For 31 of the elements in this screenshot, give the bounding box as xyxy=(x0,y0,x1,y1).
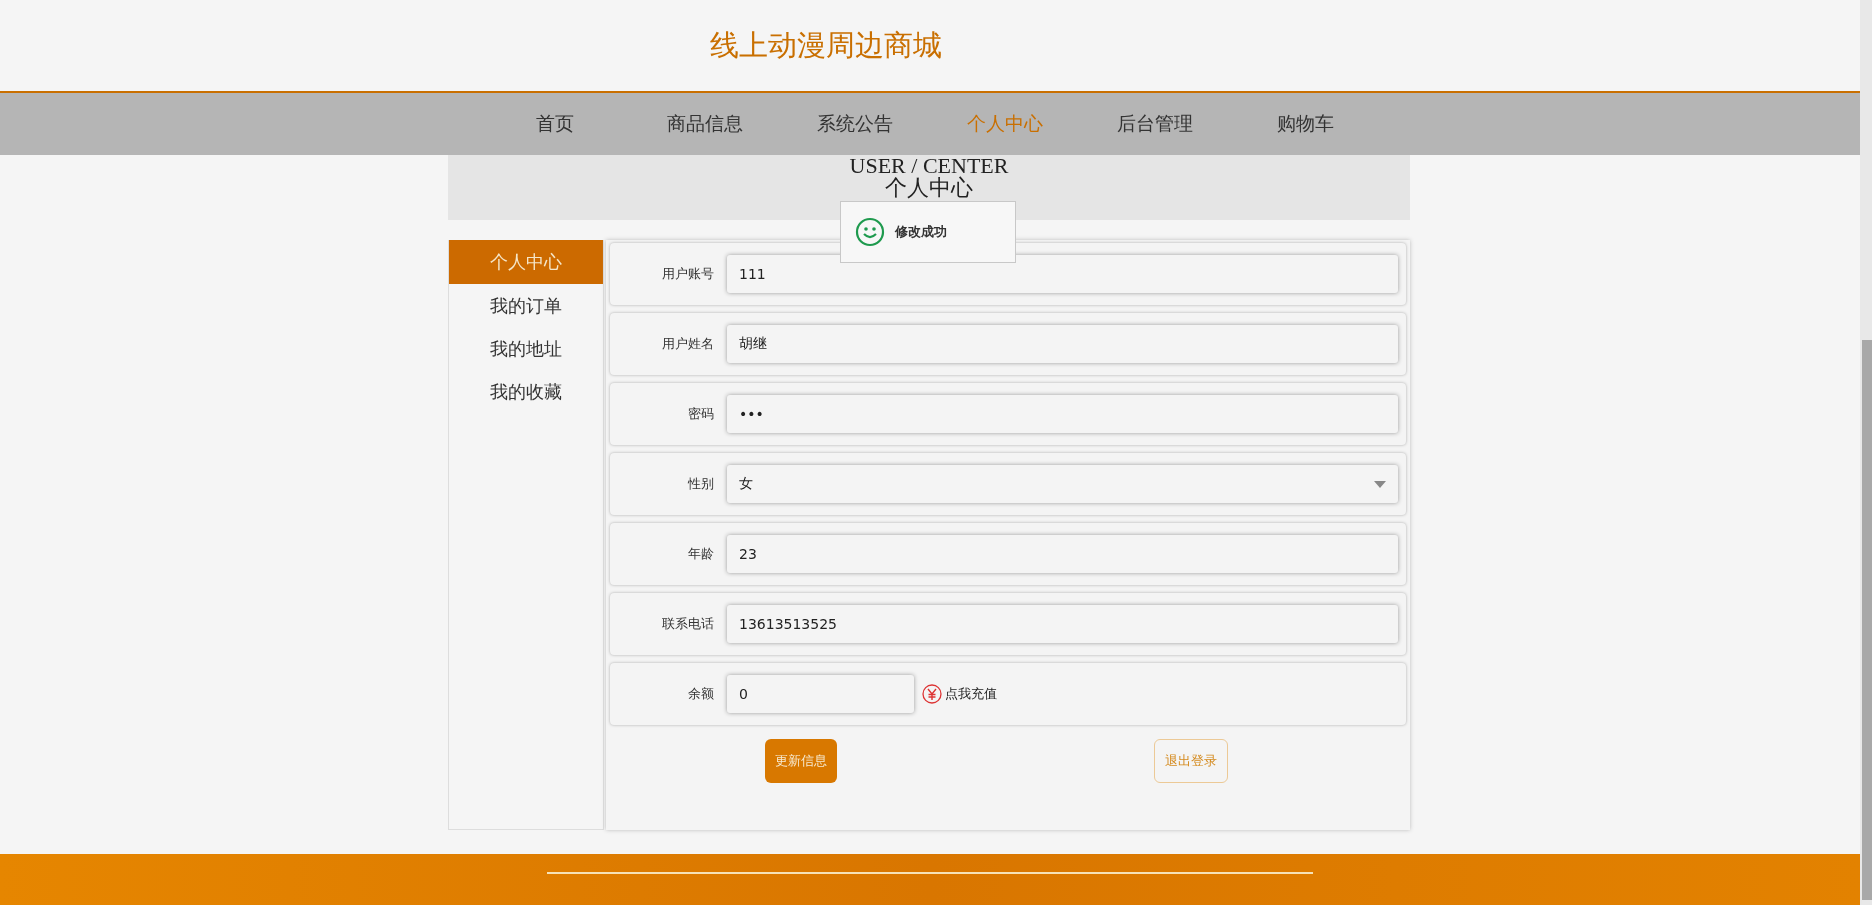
nav-link[interactable]: 购物车 xyxy=(1230,111,1380,137)
toast-message: 修改成功 xyxy=(895,223,947,241)
field-label: 密码 xyxy=(687,405,715,423)
sidebar-item[interactable]: 我的收藏 xyxy=(449,370,603,413)
field-label: 用户账号 xyxy=(661,265,715,283)
field-label: 用户姓名 xyxy=(661,335,715,353)
text-field[interactable]: 23 xyxy=(727,535,1398,573)
field-label: 联系电话 xyxy=(661,615,715,633)
nav-link[interactable]: 后台管理 xyxy=(1080,111,1230,137)
banner-subtitle: USER / CENTER xyxy=(849,155,1009,177)
sidebar-item[interactable]: 我的订单 xyxy=(449,284,603,327)
sidebar-item[interactable]: 我的地址 xyxy=(449,327,603,370)
nav-link[interactable]: 首页 xyxy=(480,111,630,137)
field-label: 性别 xyxy=(687,475,715,493)
caret-icon xyxy=(1374,480,1386,488)
recharge-link[interactable]: 点我充值 xyxy=(922,684,997,704)
scrollbar[interactable] xyxy=(1860,0,1872,905)
password-field[interactable]: ••• xyxy=(727,395,1398,433)
text-field[interactable]: 13613513525 xyxy=(727,605,1398,643)
text-field[interactable]: 胡继 xyxy=(727,325,1398,363)
nav-link[interactable]: 系统公告 xyxy=(780,111,930,137)
yen-icon xyxy=(922,684,942,704)
field-label: 余额 xyxy=(687,685,715,703)
nav-link[interactable]: 商品信息 xyxy=(630,111,780,137)
banner-title: 个人中心 xyxy=(885,177,973,199)
site-title: 线上动漫周边商城 xyxy=(710,26,942,64)
field-label: 年龄 xyxy=(687,545,715,563)
balance-field[interactable]: 0 xyxy=(727,675,914,713)
select-field[interactable]: 女 xyxy=(727,465,1398,503)
text-field[interactable]: 111 xyxy=(727,255,1398,293)
smile-icon xyxy=(855,217,885,247)
